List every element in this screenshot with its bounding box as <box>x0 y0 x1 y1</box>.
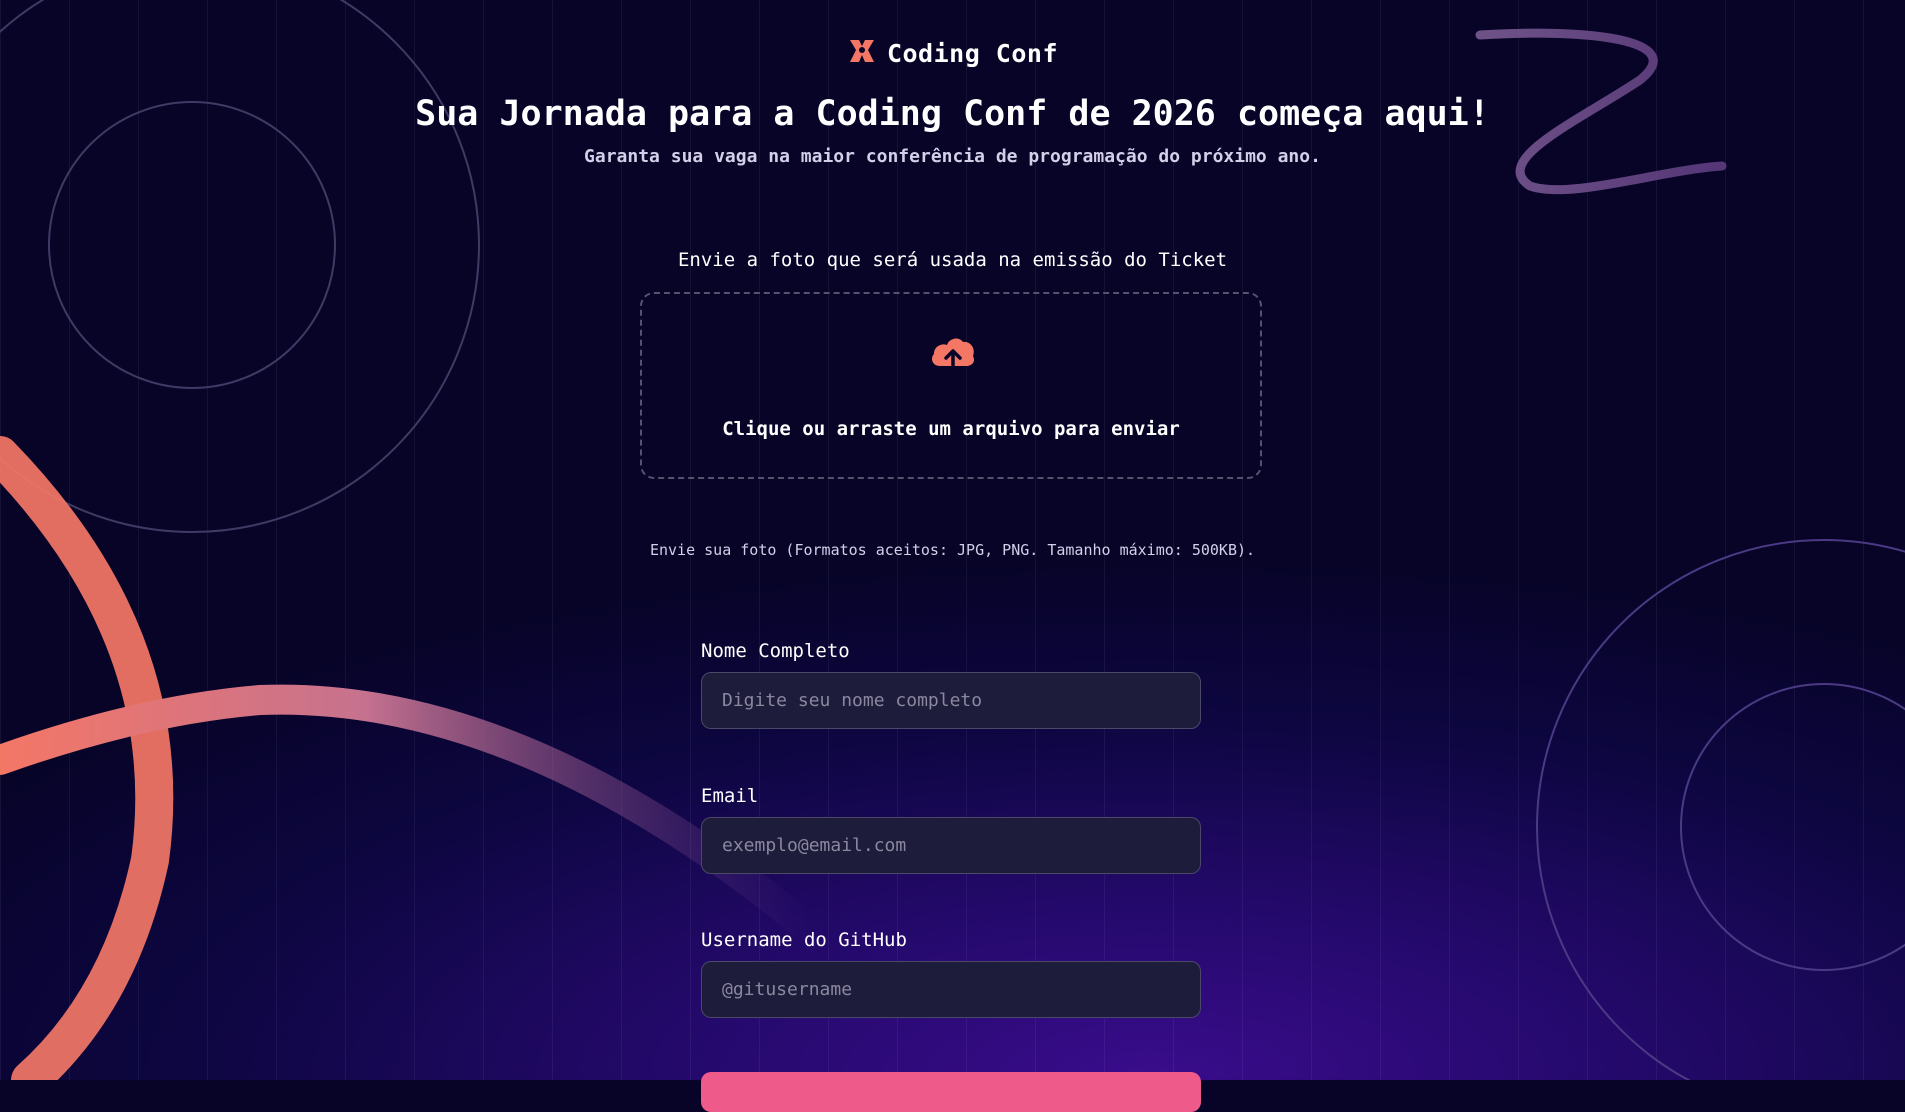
generate-ticket-button[interactable] <box>701 1072 1201 1112</box>
email-input[interactable] <box>701 817 1201 874</box>
upload-label: Envie a foto que será usada na emissão d… <box>677 249 1228 271</box>
deco-arc-horizontal <box>0 684 825 945</box>
full-name-label: Nome Completo <box>701 640 850 662</box>
deco-circle-right-large <box>1536 539 1905 1080</box>
dropzone-text: Clique ou arraste um arquivo para enviar <box>722 418 1180 440</box>
logo-text: Coding Conf <box>886 38 1059 68</box>
github-username-input[interactable] <box>701 961 1201 1018</box>
coding-conf-logo-icon <box>847 36 877 70</box>
photo-dropzone[interactable]: Clique ou arraste um arquivo para enviar <box>640 292 1262 479</box>
site-header: Coding Conf <box>0 36 1905 70</box>
deco-circle-right-small <box>1680 683 1905 971</box>
page-title: Sua Jornada para a Coding Conf de 2026 c… <box>415 94 1490 134</box>
github-username-label: Username do GitHub <box>701 929 907 951</box>
email-label: Email <box>701 785 759 807</box>
full-name-input[interactable] <box>701 672 1201 729</box>
page-subtitle: Garanta sua vaga na maior conferência de… <box>584 146 1321 167</box>
upload-hint: Envie sua foto (Formatos aceitos: JPG, P… <box>649 541 1256 559</box>
deco-circle-small <box>48 101 336 389</box>
upload-cloud-icon <box>928 332 978 378</box>
